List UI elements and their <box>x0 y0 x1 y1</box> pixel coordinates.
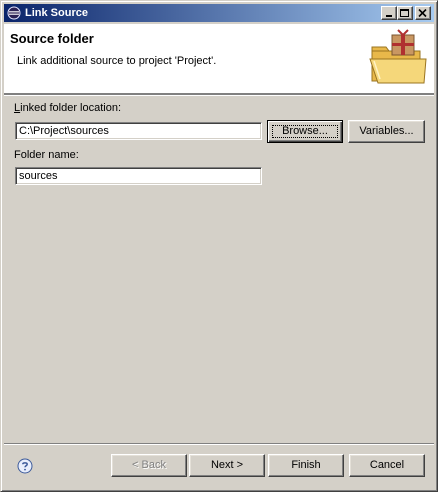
back-button-label: < Back <box>132 459 166 471</box>
title-bar[interactable]: Link Source <box>4 4 434 22</box>
linked-folder-location-input[interactable]: C:\Project\sources <box>15 122 262 140</box>
window-title: Link Source <box>25 7 88 19</box>
page-description: Link additional source to project 'Proje… <box>17 55 217 67</box>
focus-rect <box>272 125 338 138</box>
back-button[interactable]: < Back <box>111 454 187 477</box>
help-icon[interactable] <box>17 458 33 477</box>
maximize-button[interactable] <box>397 6 413 20</box>
minimize-icon <box>386 15 392 17</box>
eclipse-app-icon <box>7 6 21 20</box>
browse-button[interactable]: Browse... <box>267 120 343 143</box>
page-title: Source folder <box>10 31 94 46</box>
finish-button-label: Finish <box>291 459 321 471</box>
finish-button[interactable]: Finish <box>268 454 344 477</box>
variables-button-label: Variables... <box>359 125 414 137</box>
folder-name-input[interactable]: sources <box>15 167 262 185</box>
wizard-banner: Source folder Link additional source to … <box>4 24 434 94</box>
close-icon <box>418 9 427 18</box>
cancel-button[interactable]: Cancel <box>349 454 425 477</box>
footer-separator <box>4 443 434 445</box>
close-button[interactable] <box>415 6 431 20</box>
folder-name-label: Folder name: <box>14 149 79 161</box>
cancel-button-label: Cancel <box>369 459 405 471</box>
next-button[interactable]: Next > <box>189 454 265 477</box>
minimize-button[interactable] <box>381 6 397 20</box>
linked-folder-location-label: Linked folder location: <box>14 102 121 114</box>
link-source-dialog: Link Source Source folder Link additiona… <box>0 0 438 492</box>
folder-with-package-icon <box>368 29 428 90</box>
location-label-text: inked folder location: <box>20 102 122 114</box>
maximize-icon <box>400 9 409 17</box>
next-button-label: Next > <box>210 459 244 471</box>
banner-separator <box>4 94 434 96</box>
variables-button[interactable]: Variables... <box>348 120 425 143</box>
